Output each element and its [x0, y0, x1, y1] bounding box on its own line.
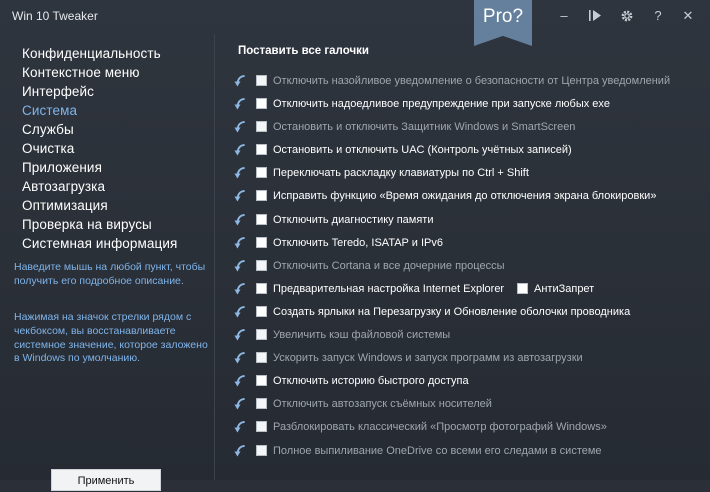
- app-window: Win 10 Tweaker Pro? – ? ✕ Конфиденциальн…: [0, 0, 710, 491]
- tweak-label: Остановить и отключить Защитник Windows …: [273, 121, 576, 134]
- tweak-checkbox[interactable]: [256, 259, 267, 271]
- sidebar-item[interactable]: Интерфейс: [22, 82, 177, 101]
- tweak-row: Остановить и отключить Защитник Windows …: [215, 116, 710, 139]
- tweak-row: Отключить Cortana и все дочерние процесс…: [215, 255, 710, 278]
- restore-arrow-icon[interactable]: [233, 305, 247, 319]
- sidebar-item[interactable]: Службы: [22, 120, 177, 139]
- tweak-label: Отключить Teredo, ISATAP и IPv6: [273, 236, 443, 249]
- restore-arrow-icon[interactable]: [233, 351, 247, 365]
- restore-arrow-icon[interactable]: [233, 259, 247, 273]
- tweak-label: Отключить диагностику памяти: [273, 213, 434, 226]
- tweak-row: Увеличить кэш файловой системы: [215, 324, 710, 347]
- tweak-label: Исправить функцию «Время ожидания до отк…: [273, 190, 657, 203]
- sidebar-item[interactable]: Системная информация: [22, 234, 177, 253]
- apply-button[interactable]: Применить: [51, 469, 161, 491]
- sidebar-item[interactable]: Очистка: [22, 139, 177, 158]
- minimize-button[interactable]: –: [553, 6, 575, 26]
- restore-arrow-icon[interactable]: [233, 420, 247, 434]
- tweak-checkbox[interactable]: [256, 421, 267, 433]
- sidebar-item[interactable]: Проверка на вирусы: [22, 215, 177, 234]
- tweak-row: Переключать раскладку клавиатуры по Ctrl…: [215, 162, 710, 185]
- restore-arrow-icon[interactable]: [233, 189, 247, 203]
- antizapret-checkbox[interactable]: [517, 282, 528, 294]
- sidebar-item[interactable]: Оптимизация: [22, 196, 177, 215]
- tweak-row: Отключить назойливое уведомление о безоп…: [215, 70, 710, 93]
- hover-hint: Наведите мышь на любой пункт, чтобы полу…: [14, 261, 206, 287]
- tweak-label: Полное выпиливание OneDrive со всеми его…: [273, 444, 602, 457]
- tweak-label: Разблокировать классический «Просмотр фо…: [273, 421, 607, 434]
- app-title: Win 10 Tweaker: [12, 9, 98, 23]
- help-button[interactable]: ?: [647, 6, 669, 26]
- tweak-list: Отключить назойливое уведомление о безоп…: [215, 70, 710, 463]
- tweak-checkbox[interactable]: [256, 305, 267, 317]
- tweak-row: Ускорить запуск Windows и запуск програм…: [215, 347, 710, 370]
- select-all-link[interactable]: Поставить все галочки: [238, 45, 369, 57]
- restore-hint: Нажимая на значок стрелки рядом с чекбок…: [14, 311, 208, 365]
- tweak-checkbox[interactable]: [256, 329, 267, 341]
- restore-arrow-icon[interactable]: [233, 213, 247, 227]
- tweak-row: Исправить функцию «Время ожидания до отк…: [215, 185, 710, 208]
- sidebar-item[interactable]: Автозагрузка: [22, 177, 177, 196]
- sidebar-item[interactable]: Система: [22, 101, 177, 120]
- restore-arrow-icon[interactable]: [233, 328, 247, 342]
- tweak-checkbox[interactable]: [256, 375, 267, 387]
- tweak-checkbox[interactable]: [256, 75, 267, 86]
- tweak-row: Разблокировать классический «Просмотр фо…: [215, 416, 710, 439]
- tweak-label: Увеличить кэш файловой системы: [273, 329, 451, 342]
- tweak-row: Отключить Teredo, ISATAP и IPv6: [215, 232, 710, 255]
- tweak-label: Предварительная настройка Internet Explo…: [273, 282, 505, 295]
- tweak-label: Отключить историю быстрого доступа: [273, 375, 469, 388]
- restore-arrow-icon[interactable]: [233, 166, 247, 180]
- tweak-row: Отключить историю быстрого доступа: [215, 370, 710, 393]
- sidebar-item[interactable]: Конфиденциальность: [22, 44, 177, 63]
- tweak-label: Отключить надоедливое предупреждение при…: [273, 98, 611, 111]
- tweak-label: Ускорить запуск Windows и запуск програм…: [273, 352, 583, 365]
- restore-arrow-icon[interactable]: [233, 444, 247, 458]
- tweak-checkbox[interactable]: [256, 121, 267, 133]
- restore-arrow-icon[interactable]: [233, 282, 247, 296]
- tweak-label: Создать ярлыки на Перезагрузку и Обновле…: [273, 305, 631, 318]
- tweak-row: Отключить надоедливое предупреждение при…: [215, 93, 710, 116]
- tweak-checkbox[interactable]: [256, 352, 267, 364]
- tweak-checkbox[interactable]: [256, 444, 267, 456]
- tweak-row: Полное выпиливание OneDrive со всеми его…: [215, 440, 710, 463]
- tweak-checkbox[interactable]: [256, 98, 267, 110]
- restore-arrow-icon[interactable]: [233, 397, 247, 411]
- tweak-label: Отключить Cortana и все дочерние процесс…: [273, 259, 505, 272]
- tweaks-panel: Поставить все галочки Отключить назойлив…: [215, 34, 710, 480]
- settings-button[interactable]: [616, 6, 638, 26]
- tweak-checkbox[interactable]: [256, 144, 267, 156]
- tweak-label: Остановить и отключить UAC (Контроль учё…: [273, 144, 572, 157]
- tweak-checkbox[interactable]: [256, 213, 267, 225]
- restore-arrow-icon[interactable]: [233, 236, 247, 250]
- restore-arrow-icon[interactable]: [233, 143, 247, 157]
- tweak-row: Отключить автозапуск съёмных носителей: [215, 393, 710, 416]
- gear-icon: [621, 10, 633, 22]
- tweak-checkbox[interactable]: [256, 190, 267, 202]
- tweak-row: Создать ярлыки на Перезагрузку и Обновле…: [215, 301, 710, 324]
- restore-arrow-icon[interactable]: [233, 97, 247, 111]
- title-bar: Win 10 Tweaker Pro? – ? ✕: [0, 0, 710, 46]
- tweak-checkbox[interactable]: [256, 282, 267, 294]
- tweak-checkbox[interactable]: [256, 167, 267, 179]
- play-icon: [589, 10, 601, 21]
- sidebar: Конфиденциальность Контекстное меню Интерф…: [0, 34, 215, 491]
- tweak-row: Отключить диагностику памяти: [215, 209, 710, 232]
- tweak-label: Переключать раскладку клавиатуры по Ctrl…: [273, 167, 529, 180]
- restore-arrow-icon[interactable]: [233, 120, 247, 134]
- tweak-row: Предварительная настройка Internet Explo…: [215, 278, 710, 301]
- tweak-checkbox[interactable]: [256, 236, 267, 248]
- tweak-row: Остановить и отключить UAC (Контроль учё…: [215, 139, 710, 162]
- tweak-label: Отключить назойливое уведомление о безоп…: [273, 75, 671, 87]
- sidebar-nav: Конфиденциальность Контекстное меню Интерф…: [22, 44, 177, 253]
- close-button[interactable]: ✕: [677, 6, 699, 26]
- tweak-checkbox[interactable]: [256, 398, 267, 410]
- sidebar-item[interactable]: Приложения: [22, 158, 177, 177]
- restore-arrow-icon[interactable]: [233, 374, 247, 388]
- sidebar-item[interactable]: Контекстное меню: [22, 63, 177, 82]
- restore-arrow-icon[interactable]: [233, 74, 247, 88]
- antizapret-label: АнтиЗапрет: [534, 282, 595, 295]
- play-button[interactable]: [584, 6, 606, 26]
- tweak-label: Отключить автозапуск съёмных носителей: [273, 398, 492, 411]
